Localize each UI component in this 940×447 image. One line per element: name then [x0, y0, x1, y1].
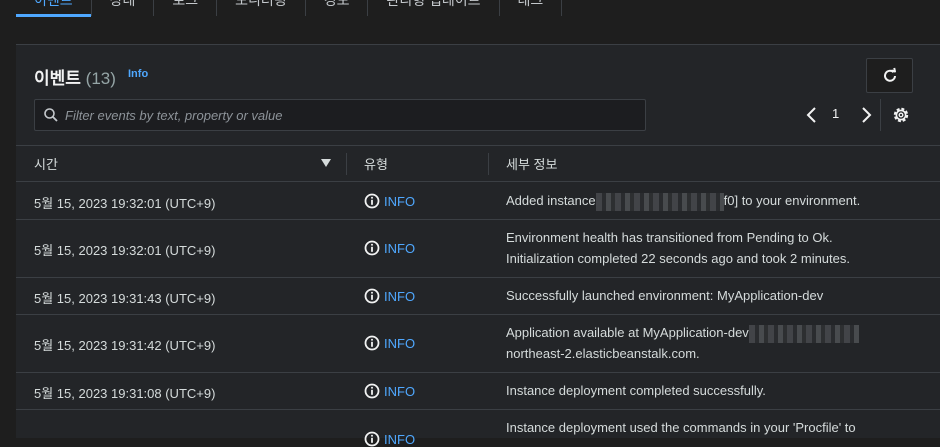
detail-text: f0] to your environment.	[723, 193, 861, 208]
title-text: 이벤트	[34, 69, 81, 88]
table-header-border	[16, 181, 940, 182]
detail-text: Added instance	[506, 193, 596, 208]
row-type: INFO	[364, 240, 415, 256]
type-label: INFO	[384, 431, 416, 447]
row-detail-line2: Initialization completed 22 seconds ago …	[506, 251, 850, 266]
row-time: 5월 15, 2023 19:31:42 (UTC+9)	[34, 338, 216, 353]
tab-tags[interactable]: 태그	[500, 0, 563, 16]
tab-managed-updates[interactable]: 관리형 업데이트	[368, 0, 500, 16]
page-title: 이벤트 (13)	[34, 64, 116, 89]
type-label: INFO	[384, 383, 416, 399]
type-label: INFO	[384, 288, 416, 304]
tab-health[interactable]: 상태	[92, 0, 155, 16]
column-divider[interactable]	[346, 153, 347, 175]
row-detail: Application available at MyApplication-d…	[506, 323, 859, 343]
row-divider	[16, 219, 940, 220]
info-circle-icon	[364, 240, 380, 256]
row-type: INFO	[364, 288, 415, 304]
search-box	[34, 99, 646, 131]
chevron-right-icon[interactable]	[856, 104, 876, 126]
type-label: INFO	[384, 240, 416, 256]
row-detail: Successfully launched environment: MyApp…	[506, 288, 824, 303]
chevron-left-icon[interactable]	[802, 104, 822, 126]
tab-monitoring[interactable]: 모니터링	[217, 0, 306, 16]
info-circle-icon	[364, 288, 380, 304]
info-circle-icon	[364, 193, 380, 209]
column-header-type[interactable]: 유형	[364, 154, 388, 173]
info-circle-icon	[364, 431, 380, 447]
info-circle-icon	[364, 335, 380, 351]
row-time: 5월 15, 2023 19:31:08 (UTC+9)	[34, 386, 216, 401]
column-divider[interactable]	[488, 153, 489, 175]
table-top-border	[16, 145, 940, 146]
row-detail: Added instance f0] to your environment.	[506, 191, 860, 211]
info-circle-icon	[364, 383, 380, 399]
event-count: (13)	[85, 69, 116, 88]
sort-down-icon[interactable]	[321, 159, 331, 167]
gear-icon[interactable]	[890, 104, 912, 126]
row-detail: Instance deployment used the commands in…	[506, 420, 856, 435]
refresh-button[interactable]	[866, 58, 913, 93]
type-label: INFO	[384, 193, 416, 209]
row-divider	[16, 372, 940, 373]
row-divider	[16, 409, 940, 410]
column-header-time[interactable]: 시간	[34, 154, 58, 173]
row-detail: Instance deployment completed successful…	[506, 383, 766, 398]
row-type: INFO	[364, 193, 415, 209]
page-number[interactable]: 1	[832, 106, 839, 121]
row-detail: Environment health has transitioned from…	[506, 230, 833, 245]
pager-divider	[880, 99, 881, 131]
tab-bar: 이벤트 상태 로그 모니터링 경보 관리형 업데이트 태그	[16, 0, 563, 26]
row-time: 5월 15, 2023 19:32:01 (UTC+9)	[34, 196, 216, 211]
row-time: 5월 15, 2023 19:31:43 (UTC+9)	[34, 291, 216, 306]
row-divider	[16, 314, 940, 315]
row-divider	[16, 277, 940, 278]
tab-logs[interactable]: 로그	[154, 0, 218, 16]
row-type: INFO	[364, 383, 415, 399]
search-input[interactable]	[65, 100, 635, 130]
search-icon	[44, 108, 58, 122]
redacted-env-id	[748, 324, 859, 343]
type-label: INFO	[384, 335, 416, 351]
tab-alarms[interactable]: 경보	[306, 0, 369, 16]
row-detail-line2: northeast-2.elasticbeanstalk.com.	[506, 346, 700, 361]
column-header-detail[interactable]: 세부 정보	[506, 154, 557, 173]
detail-text: Application available at MyApplication-d…	[506, 325, 749, 340]
refresh-icon	[883, 67, 896, 82]
row-time: 5월 15, 2023 19:32:01 (UTC+9)	[34, 243, 216, 258]
info-link[interactable]: Info	[128, 68, 148, 80]
redacted-instance-id	[595, 192, 724, 211]
row-type: INFO	[364, 335, 415, 351]
tab-events[interactable]: 이벤트	[16, 0, 92, 17]
row-type: INFO	[364, 431, 415, 447]
